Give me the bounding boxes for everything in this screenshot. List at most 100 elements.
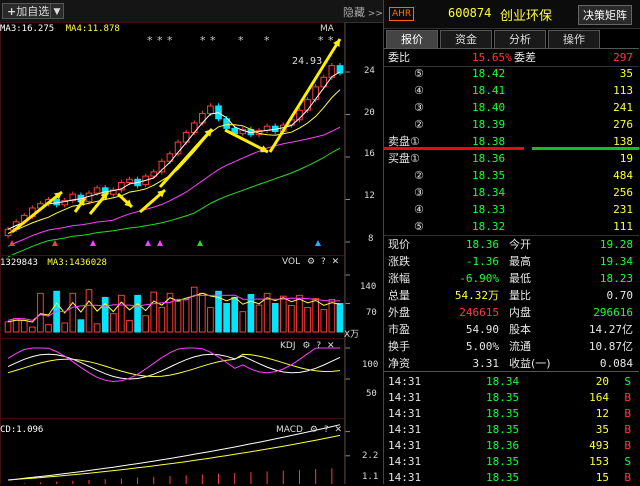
tick-time: 14:31	[388, 455, 422, 468]
tick-row: 14:31 18.35 12 B	[384, 406, 639, 422]
macd-title: MACD	[276, 425, 303, 435]
level-label: ④	[414, 84, 424, 97]
tab-funds[interactable]: 资金	[440, 30, 492, 48]
volume-title: VOL	[282, 257, 301, 267]
signal-marker	[315, 240, 321, 246]
volume-y-tick: 70	[366, 308, 377, 318]
bid-level-row: ② 18.35 484	[384, 168, 639, 184]
tab-quote[interactable]: 报价	[386, 30, 438, 48]
bid-level-row: ⑤ 18.32 111	[384, 219, 639, 235]
chart-area[interactable]: +加自选 ▼ 隐藏 >> * * * * * * * * * MA3:16.275 MA4:11…	[0, 0, 383, 484]
volume-bar	[328, 298, 336, 333]
bid-level-row: ④ 18.33 231	[384, 202, 639, 218]
volume-bar	[271, 303, 279, 333]
stat-label: 涨跌	[388, 255, 410, 268]
volume-bar	[223, 303, 230, 333]
decision-matrix-button[interactable]: 决策矩阵	[578, 5, 632, 25]
stat-label: 总量	[388, 289, 410, 302]
ask-bid-divider-red	[384, 147, 524, 150]
signal-star-marker: *	[264, 34, 270, 47]
candle-body	[126, 178, 133, 183]
kdj-title: KDJ	[280, 341, 296, 351]
tick-volume: 153	[589, 455, 609, 468]
tick-time: 14:31	[388, 375, 422, 388]
tick-volume: 12	[595, 407, 609, 420]
tick-row: 14:31 18.35 35 B	[384, 422, 639, 438]
volume-bar	[190, 286, 198, 333]
tick-row: 14:31 18.34 20 S	[384, 374, 639, 390]
tick-time: 14:31	[388, 391, 422, 404]
gear-icon[interactable]: ⚙	[310, 425, 318, 435]
signal-star-marker: *	[210, 34, 216, 47]
tick-volume: 35	[595, 423, 609, 436]
help-icon[interactable]: ?	[321, 257, 326, 267]
quote-tabs: 报价 资金 分析 操作	[384, 30, 640, 48]
price-value: 18.41	[472, 84, 506, 97]
gear-icon[interactable]: ⚙	[307, 257, 315, 267]
level-label: ③	[414, 186, 424, 199]
candle-body	[207, 105, 214, 114]
level-label: ②	[414, 169, 424, 182]
volume-unit: X万	[344, 330, 360, 340]
stock-name: 创业环保	[500, 9, 553, 24]
signal-marker	[157, 240, 163, 246]
order-ratio-row: 委比 15.65% 委差 297	[384, 50, 639, 66]
signal-star-marker: *	[147, 34, 153, 47]
volume-bar	[255, 304, 263, 333]
signal-marker	[197, 240, 203, 246]
stat-value: 5.00%	[465, 340, 499, 353]
stat-row: 涨幅 -6.90% 最低 18.23	[384, 271, 639, 287]
kdj-line	[7, 353, 341, 380]
tick-row: 14:31 18.35 153 S	[384, 454, 639, 470]
volume-bar	[231, 296, 239, 333]
signal-marker	[90, 240, 96, 246]
stat-row: 涨跌 -1.36 最高 19.34	[384, 254, 639, 270]
signal-star-marker: *	[167, 34, 173, 47]
ask-level-row: ② 18.39 276	[384, 117, 639, 133]
volume-value: 113	[613, 84, 633, 97]
volume-bar	[312, 298, 320, 333]
tab-analysis[interactable]: 分析	[494, 30, 546, 48]
stat-label: 收益(一)	[509, 357, 551, 370]
chart-canvas[interactable]: * * * * * * * * *	[0, 22, 383, 484]
close-icon[interactable]: ✕	[334, 425, 342, 435]
tick-time: 14:31	[388, 423, 422, 436]
stat-value: 296616	[593, 306, 633, 319]
volume-bar	[174, 300, 182, 333]
tab-operation[interactable]: 操作	[548, 30, 600, 48]
stat-value: 54.90	[465, 323, 499, 336]
stat-value: 0.70	[606, 289, 634, 302]
stat-value: 0.084	[599, 357, 633, 370]
macd-panel-header: MACD ⚙ ? ✕	[276, 425, 342, 435]
volume-bar	[320, 309, 328, 333]
exchange-tag: AHR	[389, 7, 415, 21]
price-value: 18.39	[472, 118, 506, 131]
candle-body	[304, 99, 311, 111]
macd-y-tick: 2.2	[362, 451, 379, 461]
close-icon[interactable]: ✕	[327, 341, 335, 351]
stat-row: 外盘 246615 内盘 296616	[384, 305, 639, 321]
hide-button[interactable]: 隐藏 >>	[343, 4, 383, 20]
volume-bar	[239, 311, 247, 333]
tick-side: B	[624, 439, 631, 452]
signal-star-marker: *	[238, 34, 244, 47]
tick-side: B	[624, 407, 631, 420]
dropdown-arrow-icon[interactable]: ▼	[50, 3, 64, 19]
volume-value: 19	[619, 152, 633, 165]
quote-header: AHR 600874 创业环保 决策矩阵	[384, 0, 640, 29]
help-icon[interactable]: ?	[324, 425, 329, 435]
close-icon[interactable]: ✕	[332, 257, 340, 267]
gear-icon[interactable]: ⚙	[302, 341, 310, 351]
plus-icon: +	[7, 5, 17, 18]
volume-bar	[69, 292, 77, 333]
candle-body	[93, 187, 101, 194]
ma-tag: MA	[320, 24, 334, 34]
help-icon[interactable]: ?	[316, 341, 321, 351]
stat-label: 最高	[509, 255, 531, 268]
kline-y-tick: 12	[364, 191, 375, 201]
stat-row: 现价 18.36 今开 19.28	[384, 237, 639, 253]
kdj-y-tick: 100	[362, 360, 379, 370]
volume-bar	[118, 294, 125, 333]
stat-value: -1.36	[465, 255, 499, 268]
volume-bar	[279, 295, 287, 333]
